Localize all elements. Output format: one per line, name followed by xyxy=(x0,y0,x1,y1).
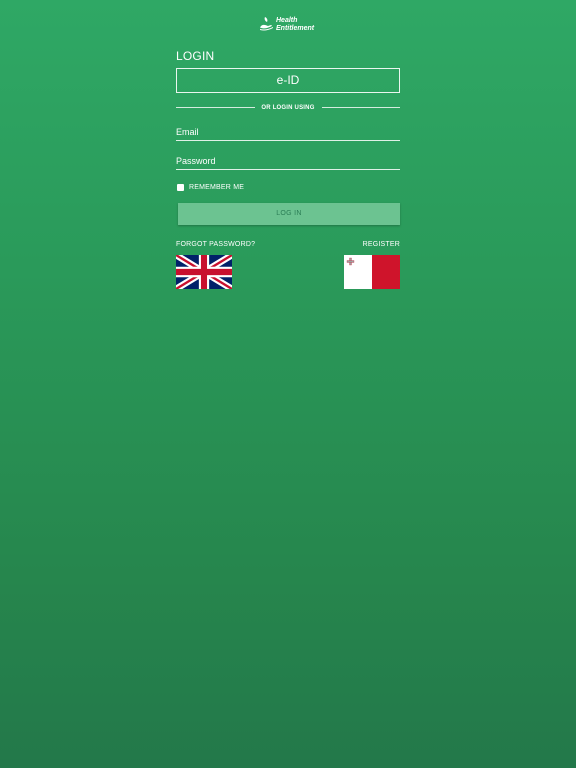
app-logo: Health Entitlement xyxy=(259,16,319,34)
remember-me-checkbox[interactable] xyxy=(177,184,184,191)
remember-me-label: REMEMBER ME xyxy=(189,184,245,191)
logo-text-line1: Health xyxy=(276,17,298,24)
uk-flag-icon[interactable] xyxy=(176,255,232,289)
forgot-password-link[interactable]: FORGOT PASSWORD? xyxy=(176,240,255,249)
malta-flag-icon[interactable] xyxy=(344,255,400,289)
background xyxy=(0,0,576,768)
email-field-wrapper xyxy=(176,122,400,141)
hand-leaf-icon xyxy=(260,17,273,31)
divider: OR LOGIN USING xyxy=(176,103,400,113)
divider-line-right xyxy=(322,107,400,108)
login-title: LOGIN xyxy=(176,49,215,63)
eid-button[interactable]: e-ID xyxy=(176,68,400,93)
password-field[interactable] xyxy=(176,153,400,169)
divider-text: OR LOGIN USING xyxy=(261,105,315,111)
login-button[interactable]: LOG IN xyxy=(178,203,400,225)
logo-text-line2: Entitlement xyxy=(276,25,315,32)
register-link[interactable]: REGISTER xyxy=(344,240,400,249)
password-field-wrapper xyxy=(176,151,400,170)
email-field[interactable] xyxy=(176,124,400,140)
divider-line-left xyxy=(176,107,255,108)
